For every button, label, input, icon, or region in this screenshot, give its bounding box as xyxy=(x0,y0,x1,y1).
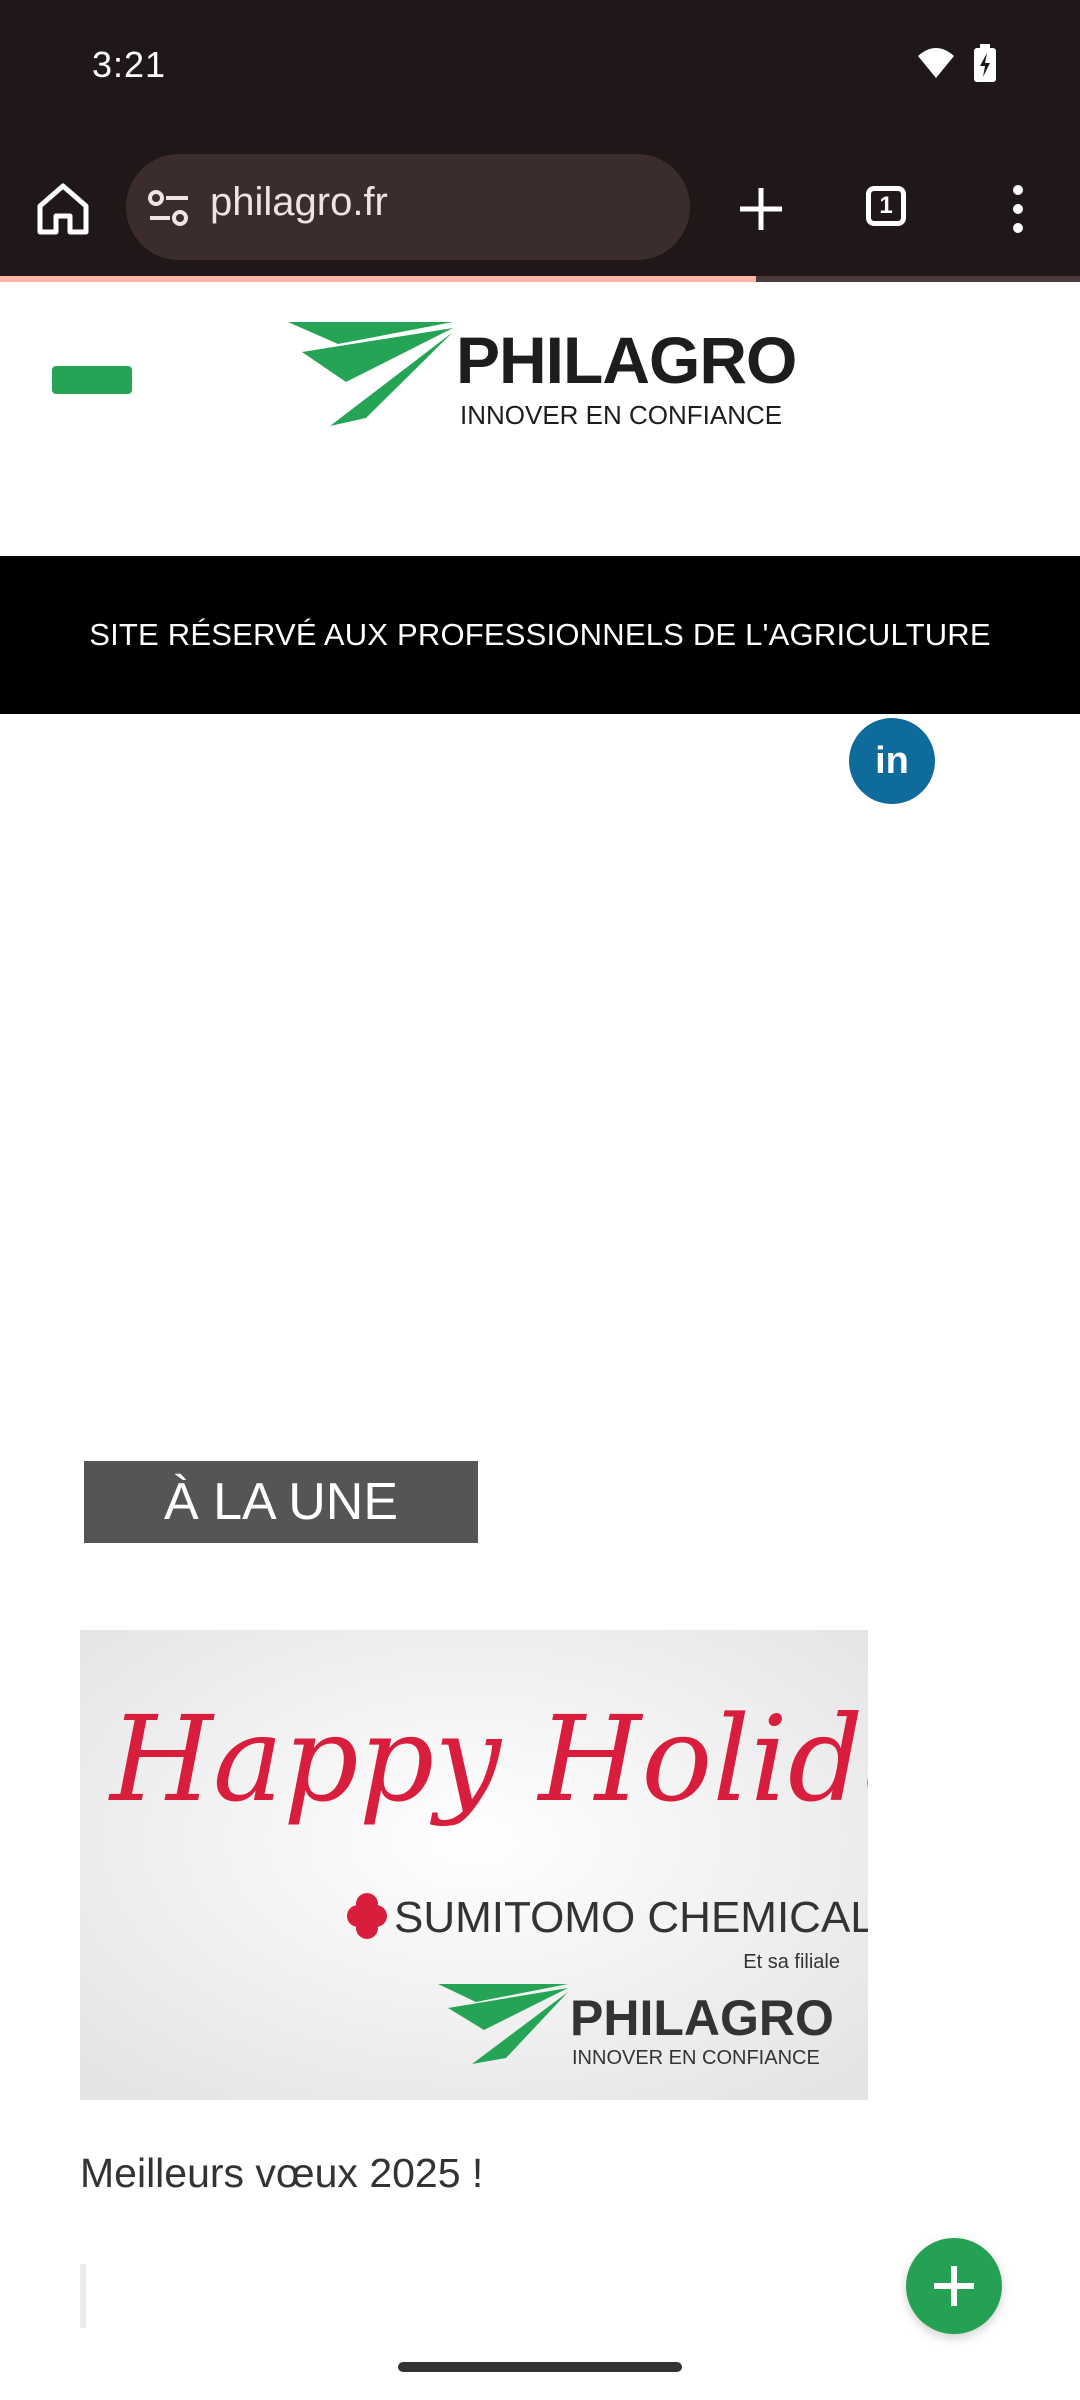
logo-tagline: INNOVER EN CONFIANCE xyxy=(460,400,783,430)
philagro-logo-icon xyxy=(288,322,453,426)
home-button[interactable] xyxy=(30,176,96,242)
browser-toolbar: philagro.fr 1 xyxy=(0,140,1080,278)
linkedin-button[interactable]: in xyxy=(849,718,935,804)
card-script-text: Happy Holiday xyxy=(108,1690,868,1828)
tune-icon[interactable] xyxy=(146,186,192,230)
battery-charging-icon xyxy=(974,44,996,82)
menu-toggle-button[interactable] xyxy=(52,366,132,394)
more-vert-icon xyxy=(1013,185,1023,233)
add-button[interactable] xyxy=(906,2238,1002,2334)
wifi-icon xyxy=(918,48,954,78)
plus-icon xyxy=(934,2266,974,2306)
section-heading: À LA UNE xyxy=(84,1461,478,1543)
banner-text: SITE RÉSERVÉ AUX PROFESSIONNELS DE L'AGR… xyxy=(89,617,991,652)
site-logo[interactable]: PHILAGRO INNOVER EN CONFIANCE xyxy=(288,322,808,438)
tab-count: 1 xyxy=(866,186,906,226)
status-icons xyxy=(916,44,996,82)
url-text: philagro.fr xyxy=(210,180,388,224)
more-menu-button[interactable] xyxy=(1000,176,1036,242)
professional-banner: SITE RÉSERVÉ AUX PROFESSIONNELS DE L'AGR… xyxy=(0,556,1080,714)
site-header: PHILAGRO INNOVER EN CONFIANCE xyxy=(0,282,1080,556)
linkedin-icon: in xyxy=(875,739,909,782)
address-bar[interactable]: philagro.fr xyxy=(126,154,690,260)
holiday-card-image: Happy Holiday SUMITOMO CHEMICAL Et sa fi… xyxy=(80,1630,868,2100)
gesture-nav-bar[interactable] xyxy=(398,2362,682,2372)
news-title[interactable]: Meilleurs vœux 2025 ! xyxy=(80,2150,483,2197)
next-card-preview xyxy=(80,2264,86,2328)
home-icon xyxy=(37,183,89,235)
tab-switcher-button[interactable]: 1 xyxy=(858,178,920,240)
status-bar: 3:21 xyxy=(0,0,1080,140)
card-logo-tagline: INNOVER EN CONFIANCE xyxy=(572,2047,820,2069)
card-company: SUMITOMO CHEMICAL xyxy=(394,1893,868,1942)
news-card-image[interactable]: Happy Holiday SUMITOMO CHEMICAL Et sa fi… xyxy=(80,1630,868,2100)
card-subsidiary: Et sa filiale xyxy=(743,1951,840,1973)
status-time: 3:21 xyxy=(92,44,167,85)
plus-icon xyxy=(740,188,782,230)
new-tab-button[interactable] xyxy=(728,176,794,242)
logo-name: PHILAGRO xyxy=(456,323,797,397)
card-logo-name: PHILAGRO xyxy=(570,1990,834,2046)
